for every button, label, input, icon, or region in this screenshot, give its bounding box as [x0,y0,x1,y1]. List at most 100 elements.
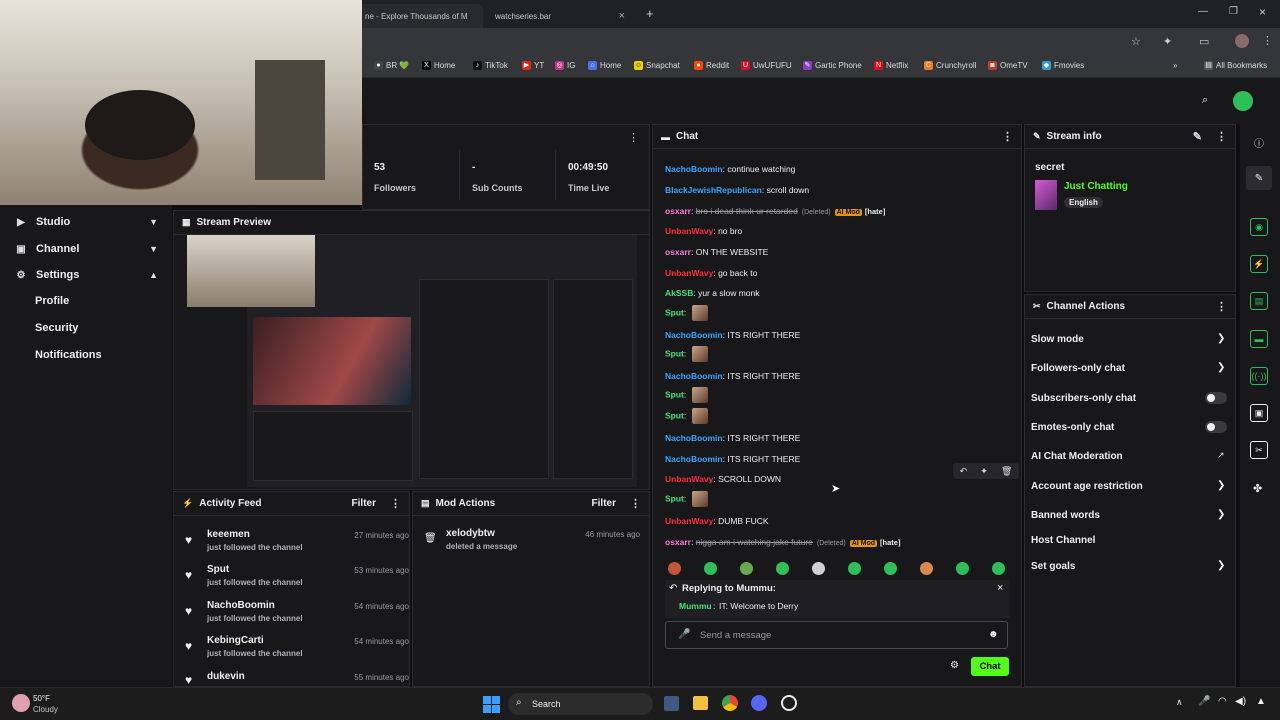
bookmark[interactable]: X Home [422,61,455,70]
chrome-icon[interactable] [722,695,738,711]
chat-input[interactable]: 🎤 Send a message ☻ [665,621,1008,649]
chat-message[interactable]: osxarr: ON THE WEBSITE [665,247,768,257]
clipboard-icon[interactable]: ▤ [1250,292,1268,310]
emote-icon[interactable] [884,562,897,575]
sidebar-subitem-profile[interactable]: Profile [35,295,69,307]
discord-icon[interactable] [751,695,767,711]
channel-action-item[interactable]: Banned words [1031,510,1100,521]
bookmark[interactable]: C Crunchyroll [924,61,976,70]
chevron-right-icon[interactable]: ❯ [1217,560,1225,571]
app-icon[interactable] [664,696,679,711]
channel-action-item[interactable]: Emotes-only chat [1031,422,1114,433]
volume-icon[interactable]: ◀) [1235,696,1246,707]
chat-message[interactable]: UnbanWavy: DUMB FUCK [665,516,769,526]
emote-icon[interactable] [704,562,717,575]
bookmark[interactable]: N Netflix [874,61,908,70]
bookmark[interactable]: ● Reddit [694,61,729,70]
chat-message[interactable]: NachoBoomin: ITS RIGHT THERE [665,330,800,340]
bookmark[interactable]: ⌂ Home [588,61,621,70]
more-options-icon[interactable]: ⋮ [1002,130,1013,143]
bookmark[interactable]: U UwUFUFU [741,61,792,70]
profile-avatar[interactable] [1235,34,1249,48]
chat-message[interactable]: NachoBoomin: ITS RIGHT THERE [665,371,800,381]
emote-icon[interactable] [812,562,825,575]
category-thumbnail[interactable] [1035,180,1057,210]
bookmark[interactable]: ◆ Fmovies [1042,61,1084,70]
external-link-icon[interactable]: ↗ [1217,450,1225,461]
toggle-switch[interactable] [1205,392,1227,404]
filter-button[interactable]: Filter [352,498,376,509]
send-chat-button[interactable]: Chat [971,657,1009,676]
chat-username[interactable]: Sput [665,348,684,358]
chat-image[interactable] [691,408,708,424]
edit-icon[interactable]: ✎ [1193,130,1202,143]
chat-message[interactable]: UnbanWavy: SCROLL DOWN [665,474,781,484]
chat-message[interactable]: Sput: [665,408,708,424]
stream-category[interactable]: Just Chatting [1064,181,1128,192]
pin-icon[interactable]: ✦ [980,466,988,477]
notification-bell-icon[interactable]: ▲ [1256,696,1266,707]
close-icon[interactable]: × [619,10,625,22]
feed-username[interactable]: dukevin [207,671,245,682]
chat-username[interactable]: NachoBoomin [665,433,723,443]
channel-action-item[interactable]: Set goals [1031,561,1075,572]
info-icon[interactable]: ⓘ [1254,135,1264,150]
emote-icon[interactable] [920,562,933,575]
channel-action-item[interactable]: AI Chat Moderation [1031,451,1123,462]
search-icon[interactable]: ⌕ [1202,94,1208,107]
chevron-right-icon[interactable]: ❯ [1217,362,1225,373]
emote-icon[interactable] [956,562,969,575]
more-options-icon[interactable]: ⋮ [390,497,401,510]
more-options-icon[interactable]: ⋮ [628,131,639,144]
wrench-icon[interactable]: ✂ [1250,441,1268,459]
chat-message[interactable]: Sput: [665,387,708,403]
menu-icon[interactable]: ⋮ [1262,34,1273,47]
chat-username[interactable]: osxarr [665,537,691,547]
chat-message[interactable]: Sput: [665,346,708,362]
chat-username[interactable]: UnbanWavy [665,226,713,236]
chat-username[interactable]: UnbanWavy [665,516,713,526]
channel-action-item[interactable]: Slow mode [1031,334,1084,345]
emote-icon[interactable] [992,562,1005,575]
file-explorer-icon[interactable] [693,696,708,710]
weather-icon[interactable] [12,694,30,712]
chevron-right-icon[interactable]: ❯ [1217,509,1225,520]
delete-icon[interactable]: 🗑 [1001,466,1012,477]
chat-username[interactable]: UnbanWavy [665,474,713,484]
obs-icon[interactable] [781,695,797,711]
all-bookmarks[interactable]: ▤ All Bookmarks [1204,61,1267,70]
broadcast-icon[interactable]: ((·)) [1250,367,1268,385]
chat-username[interactable]: BlackJewishRepublican [665,185,762,195]
minimize-icon[interactable]: — [1198,6,1208,17]
chat-message[interactable]: UnbanWavy: go back to [665,268,757,278]
stream-preview-video[interactable] [187,235,637,487]
close-window-icon[interactable]: × [1259,5,1266,19]
sidebar-item-settings[interactable]: ⚙ Settings ▲ [0,262,172,288]
chat-settings-icon[interactable]: ⚙ [950,660,959,671]
mod-username[interactable]: xelodybtw [446,528,495,539]
chat-message[interactable]: Sput: [665,491,708,507]
feed-username[interactable]: NachoBoomin [207,600,275,611]
bookmark[interactable]: ● BR 💚 [374,61,409,70]
sidebar-subitem-security[interactable]: Security [35,322,78,334]
taskbar-search[interactable]: ⌕ Search [508,693,653,715]
bolt-icon[interactable]: ⚡ [1250,255,1268,273]
more-options-icon[interactable]: ⋮ [630,497,641,510]
new-tab-button[interactable]: + [646,6,654,21]
chat-username[interactable]: osxarr [665,247,691,257]
emote-icon[interactable] [668,562,681,575]
restore-icon[interactable]: ❐ [1229,6,1238,17]
channel-action-item[interactable]: Subscribers-only chat [1031,393,1136,404]
toggle-switch[interactable] [1205,421,1227,433]
chat-username[interactable]: Sput [665,493,684,503]
chat-username[interactable]: NachoBoomin [665,454,723,464]
channel-action-item[interactable]: Host Channel [1031,535,1095,546]
bookmark[interactable]: ▶ YT [522,61,544,70]
chat-username[interactable]: NachoBoomin [665,164,723,174]
chat-message[interactable]: Sput: [665,305,708,321]
close-icon[interactable]: × [997,582,1003,594]
sidebar-subitem-notifications[interactable]: Notifications [35,349,102,361]
sidebar-item-channel[interactable]: ▣ Channel ▼ [0,236,172,262]
chat-username[interactable]: UnbanWavy [665,268,713,278]
extensions-icon[interactable]: ✦ [1163,35,1172,48]
